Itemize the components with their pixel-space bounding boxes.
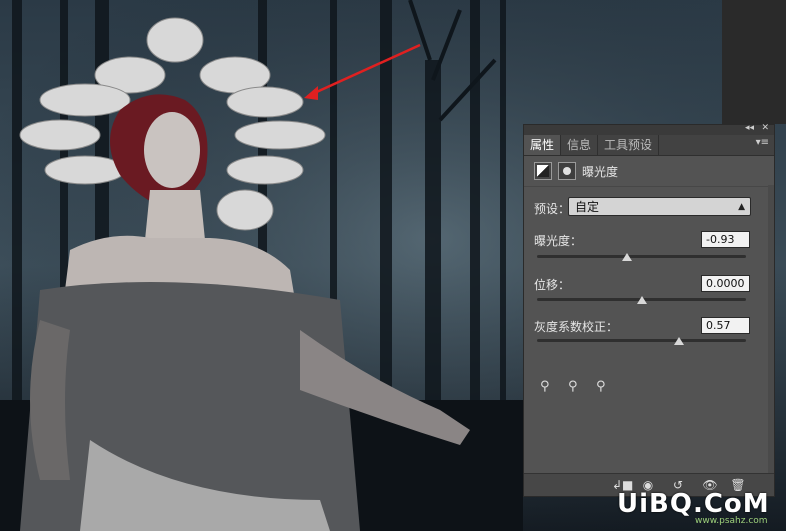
gamma-slider-thumb[interactable]	[674, 337, 685, 345]
adjustment-header: 曝光度	[524, 156, 774, 187]
exposure-label: 曝光度：	[534, 234, 583, 248]
properties-panel: ◂◂ ✕ 属性 信息 工具预设 ▾≡ 曝光度 预设： 自定 ▲ 曝光度： -0.…	[523, 123, 775, 497]
close-icon[interactable]: ✕	[761, 123, 769, 133]
gamma-slider-track[interactable]	[537, 337, 746, 345]
panel-menu-icon[interactable]: ▾≡	[756, 137, 769, 148]
preset-label: 预设：	[534, 202, 571, 216]
white-eyedropper-icon[interactable]: ⚲	[596, 380, 610, 394]
panel-scrollbar[interactable]	[768, 185, 774, 475]
offset-label: 位移：	[534, 278, 571, 292]
layer-mask-icon[interactable]	[558, 162, 576, 180]
preset-value: 自定	[575, 200, 600, 214]
panel-tabs: 属性 信息 工具预设 ▾≡	[524, 135, 774, 156]
tab-tool-presets[interactable]: 工具预设	[598, 135, 660, 155]
preset-select[interactable]: 自定 ▲	[568, 197, 751, 216]
panel-topbar: ◂◂ ✕	[524, 123, 774, 135]
select-arrows-icon: ▲	[738, 202, 745, 212]
black-eyedropper-icon[interactable]: ⚲	[540, 380, 554, 394]
tab-info[interactable]: 信息	[561, 135, 599, 155]
eyedropper-group: ⚲ ⚲ ⚲	[540, 380, 610, 394]
exposure-slider-track[interactable]	[537, 253, 746, 261]
gray-eyedropper-icon[interactable]: ⚲	[568, 380, 582, 394]
adjustment-title: 曝光度	[582, 164, 619, 179]
exposure-slider-thumb[interactable]	[621, 253, 632, 261]
watermark-url: www.psahz.com	[695, 516, 768, 526]
offset-slider-track[interactable]	[537, 296, 746, 304]
exposure-value-input[interactable]: -0.93	[701, 231, 750, 248]
exposure-adjustment-icon[interactable]	[534, 162, 552, 180]
offset-slider-thumb[interactable]	[636, 296, 647, 304]
tab-properties[interactable]: 属性	[524, 135, 562, 155]
gamma-value-input[interactable]: 0.57	[701, 317, 750, 334]
watermark-logo: UiBQ.CoM	[617, 489, 770, 519]
collapse-icon[interactable]: ◂◂	[745, 123, 754, 133]
offset-value-input[interactable]: 0.0000	[701, 275, 750, 292]
gamma-label: 灰度系数校正：	[534, 320, 619, 334]
